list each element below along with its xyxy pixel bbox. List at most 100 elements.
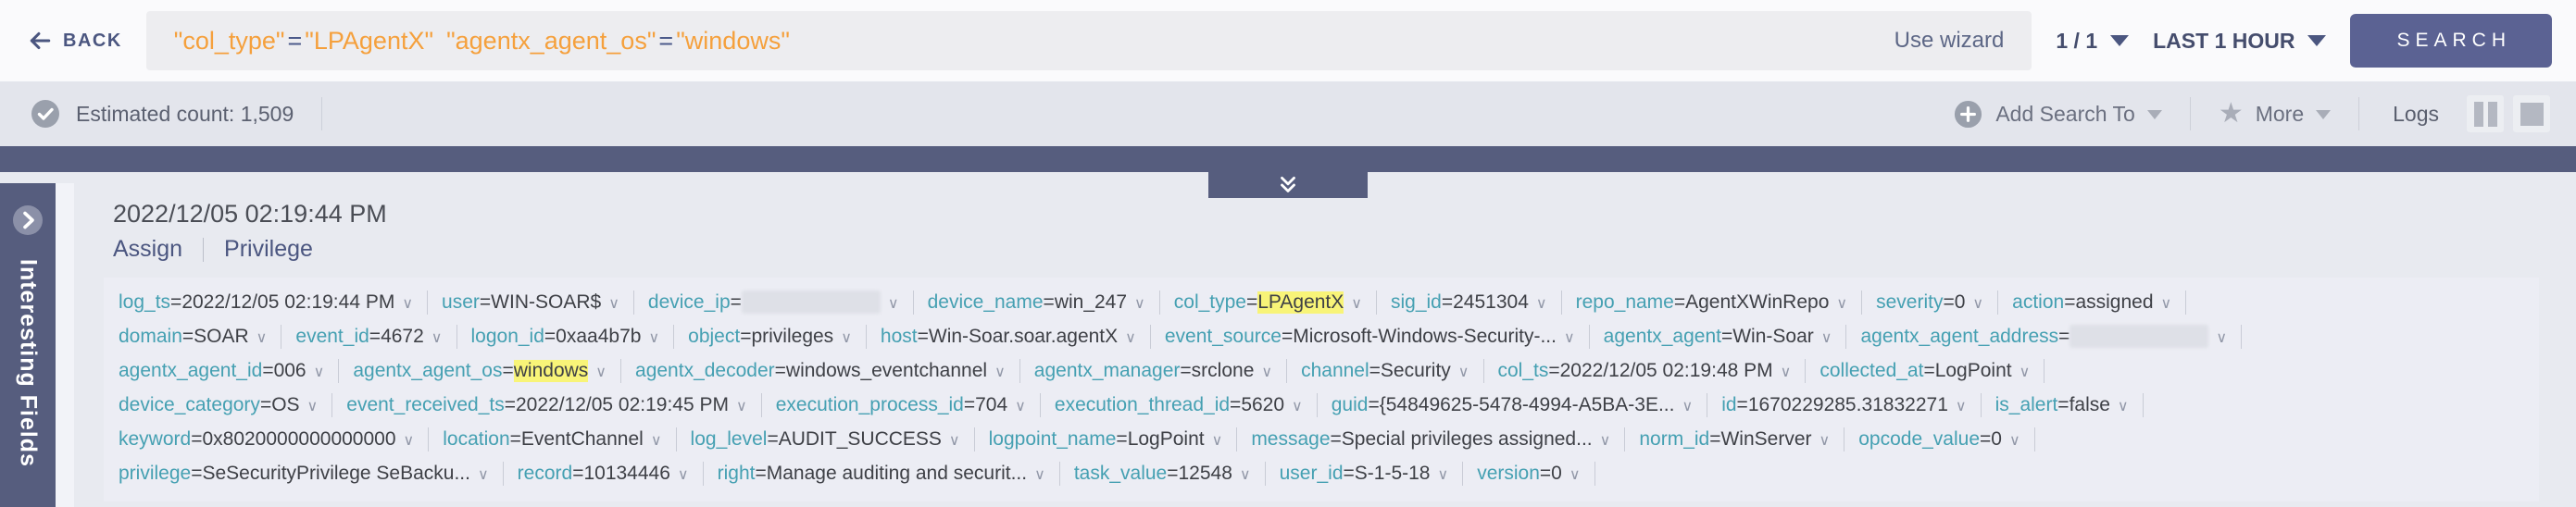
- chevron-down-icon[interactable]: ∨: [949, 428, 960, 450]
- privilege-link[interactable]: Privilege: [224, 236, 313, 263]
- chevron-down-icon[interactable]: ∨: [651, 428, 662, 450]
- chevron-down-icon[interactable]: ∨: [2161, 291, 2172, 313]
- chevron-down-icon[interactable]: ∨: [1261, 360, 1272, 381]
- field-domain[interactable]: domain=SOAR∨: [119, 326, 267, 348]
- field-execution_thread_id[interactable]: execution_thread_id=5620∨: [1055, 394, 1303, 416]
- chevron-down-icon[interactable]: ∨: [1125, 326, 1136, 347]
- chevron-down-icon[interactable]: ∨: [1972, 291, 1983, 313]
- field-message[interactable]: message=Special privileges assigned...∨: [1251, 428, 1610, 451]
- chevron-down-icon[interactable]: ∨: [1212, 428, 1223, 450]
- chevron-down-icon[interactable]: ∨: [1821, 326, 1832, 347]
- chevron-down-icon[interactable]: ∨: [1437, 463, 1448, 484]
- chevron-down-icon[interactable]: ∨: [678, 463, 689, 484]
- chevron-down-icon[interactable]: ∨: [1292, 394, 1303, 415]
- field-is_alert[interactable]: is_alert=false∨: [1995, 394, 2129, 416]
- field-agentx_agent_id[interactable]: agentx_agent_id=006∨: [119, 360, 324, 382]
- field-device_ip[interactable]: device_ip=∨: [648, 291, 899, 314]
- add-search-to-button[interactable]: Add Search To: [1953, 99, 2161, 130]
- more-button[interactable]: ★ More: [2219, 100, 2331, 128]
- chevron-down-icon[interactable]: ∨: [1458, 360, 1469, 381]
- field-guid[interactable]: guid={54849625-5478-4994-A5BA-3E...∨: [1332, 394, 1693, 416]
- chevron-down-icon[interactable]: ∨: [1682, 394, 1693, 415]
- chevron-down-icon[interactable]: ∨: [2216, 326, 2227, 347]
- chevron-down-icon[interactable]: ∨: [1134, 291, 1145, 313]
- chevron-down-icon[interactable]: ∨: [1600, 428, 1611, 450]
- chevron-down-icon[interactable]: ∨: [888, 291, 899, 313]
- field-record[interactable]: record=10134446∨: [518, 463, 689, 485]
- time-range-dropdown[interactable]: LAST 1 HOUR: [2153, 29, 2326, 54]
- chevron-down-icon[interactable]: ∨: [404, 428, 415, 450]
- field-agentx_agent[interactable]: agentx_agent=Win-Soar∨: [1604, 326, 1832, 348]
- field-right[interactable]: right=Manage auditing and securit...∨: [718, 463, 1045, 485]
- chevron-down-icon[interactable]: ∨: [841, 326, 852, 347]
- chevron-down-icon[interactable]: ∨: [2009, 428, 2020, 450]
- field-col_ts[interactable]: col_ts=2022/12/05 02:19:48 PM∨: [1498, 360, 1792, 382]
- chevron-down-icon[interactable]: ∨: [1819, 428, 1831, 450]
- field-agentx_manager[interactable]: agentx_manager=srclone∨: [1034, 360, 1272, 382]
- field-severity[interactable]: severity=0∨: [1876, 291, 1983, 314]
- field-location[interactable]: location=EventChannel∨: [443, 428, 661, 451]
- field-col_type[interactable]: col_type=LPAgentX∨: [1174, 291, 1362, 314]
- chevron-down-icon[interactable]: ∨: [1956, 394, 1967, 415]
- search-button[interactable]: SEARCH: [2350, 14, 2552, 68]
- chevron-down-icon[interactable]: ∨: [431, 326, 443, 347]
- chevron-down-icon[interactable]: ∨: [1351, 291, 1362, 313]
- field-log_level[interactable]: log_level=AUDIT_SUCCESS∨: [691, 428, 960, 451]
- field-channel[interactable]: channel=Security∨: [1301, 360, 1469, 382]
- field-user[interactable]: user=WIN-SOAR$∨: [442, 291, 619, 314]
- field-event_source[interactable]: event_source=Microsoft-Windows-Security-…: [1165, 326, 1575, 348]
- field-logpoint_name[interactable]: logpoint_name=LogPoint∨: [989, 428, 1223, 451]
- field-device_category[interactable]: device_category=OS∨: [119, 394, 318, 416]
- field-logon_id[interactable]: logon_id=0xaa4b7b∨: [471, 326, 660, 348]
- chevron-down-icon[interactable]: ∨: [736, 394, 747, 415]
- chevron-down-icon[interactable]: ∨: [314, 360, 325, 381]
- chevron-down-icon[interactable]: ∨: [256, 326, 268, 347]
- collapse-panel-button[interactable]: [1208, 172, 1368, 198]
- field-event_id[interactable]: event_id=4672∨: [295, 326, 442, 348]
- field-action[interactable]: action=assigned∨: [2012, 291, 2171, 314]
- field-id[interactable]: id=1670229285.31832271∨: [1721, 394, 1966, 416]
- field-log_ts[interactable]: log_ts=2022/12/05 02:19:44 PM∨: [119, 291, 413, 314]
- chevron-down-icon[interactable]: ∨: [402, 291, 413, 313]
- chevron-down-icon[interactable]: ∨: [994, 360, 1006, 381]
- chevron-down-icon[interactable]: ∨: [1836, 291, 1847, 313]
- field-agentx_agent_address[interactable]: agentx_agent_address=∨: [1860, 325, 2227, 348]
- field-host[interactable]: host=Win-Soar.soar.agentX∨: [881, 326, 1136, 348]
- chevron-down-icon[interactable]: ∨: [478, 463, 489, 484]
- field-user_id[interactable]: user_id=S-1-5-18∨: [1280, 463, 1449, 485]
- field-norm_id[interactable]: norm_id=WinServer∨: [1639, 428, 1830, 451]
- field-repo_name[interactable]: repo_name=AgentXWinRepo∨: [1576, 291, 1848, 314]
- chevron-down-icon[interactable]: ∨: [608, 291, 619, 313]
- chevron-down-icon[interactable]: ∨: [1034, 463, 1045, 484]
- chevron-down-icon[interactable]: ∨: [1569, 463, 1581, 484]
- chevron-down-icon[interactable]: ∨: [307, 394, 319, 415]
- chevron-down-icon[interactable]: ∨: [1015, 394, 1026, 415]
- chevron-down-icon[interactable]: ∨: [2118, 394, 2129, 415]
- field-collected_at[interactable]: collected_at=LogPoint∨: [1819, 360, 2030, 382]
- chevron-down-icon[interactable]: ∨: [595, 360, 606, 381]
- chevron-down-icon[interactable]: ∨: [1564, 326, 1575, 347]
- chevron-down-icon[interactable]: ∨: [648, 326, 659, 347]
- field-keyword[interactable]: keyword=0x8020000000000000∨: [119, 428, 414, 451]
- field-execution_process_id[interactable]: execution_process_id=704∨: [776, 394, 1026, 416]
- field-device_name[interactable]: device_name=win_247∨: [928, 291, 1145, 314]
- chevron-down-icon[interactable]: ∨: [1536, 291, 1547, 313]
- search-query-input[interactable]: "col_type"="LPAgentX" "agentx_agent_os"=…: [146, 11, 2032, 70]
- field-event_received_ts[interactable]: event_received_ts=2022/12/05 02:19:45 PM…: [346, 394, 746, 416]
- split-view-button[interactable]: [2467, 95, 2504, 132]
- field-agentx_decoder[interactable]: agentx_decoder=windows_eventchannel∨: [635, 360, 1006, 382]
- field-object[interactable]: object=privileges∨: [688, 326, 852, 348]
- result-page-dropdown[interactable]: 1 / 1: [2056, 29, 2129, 54]
- full-view-button[interactable]: [2513, 95, 2550, 132]
- use-wizard-link[interactable]: Use wizard: [1857, 28, 2005, 54]
- field-privilege[interactable]: privilege=SeSecurityPrivilege SeBacku...…: [119, 463, 489, 485]
- assign-link[interactable]: Assign: [113, 236, 182, 263]
- chevron-down-icon[interactable]: ∨: [1781, 360, 1792, 381]
- chevron-down-icon[interactable]: ∨: [1240, 463, 1251, 484]
- field-agentx_agent_os[interactable]: agentx_agent_os=windows∨: [353, 360, 606, 382]
- field-opcode_value[interactable]: opcode_value=0∨: [1858, 428, 2020, 451]
- field-version[interactable]: version=0∨: [1477, 463, 1580, 485]
- field-sig_id[interactable]: sig_id=2451304∨: [1391, 291, 1547, 314]
- back-button[interactable]: BACK: [28, 29, 122, 53]
- sidebar-expand-button[interactable]: [11, 204, 44, 237]
